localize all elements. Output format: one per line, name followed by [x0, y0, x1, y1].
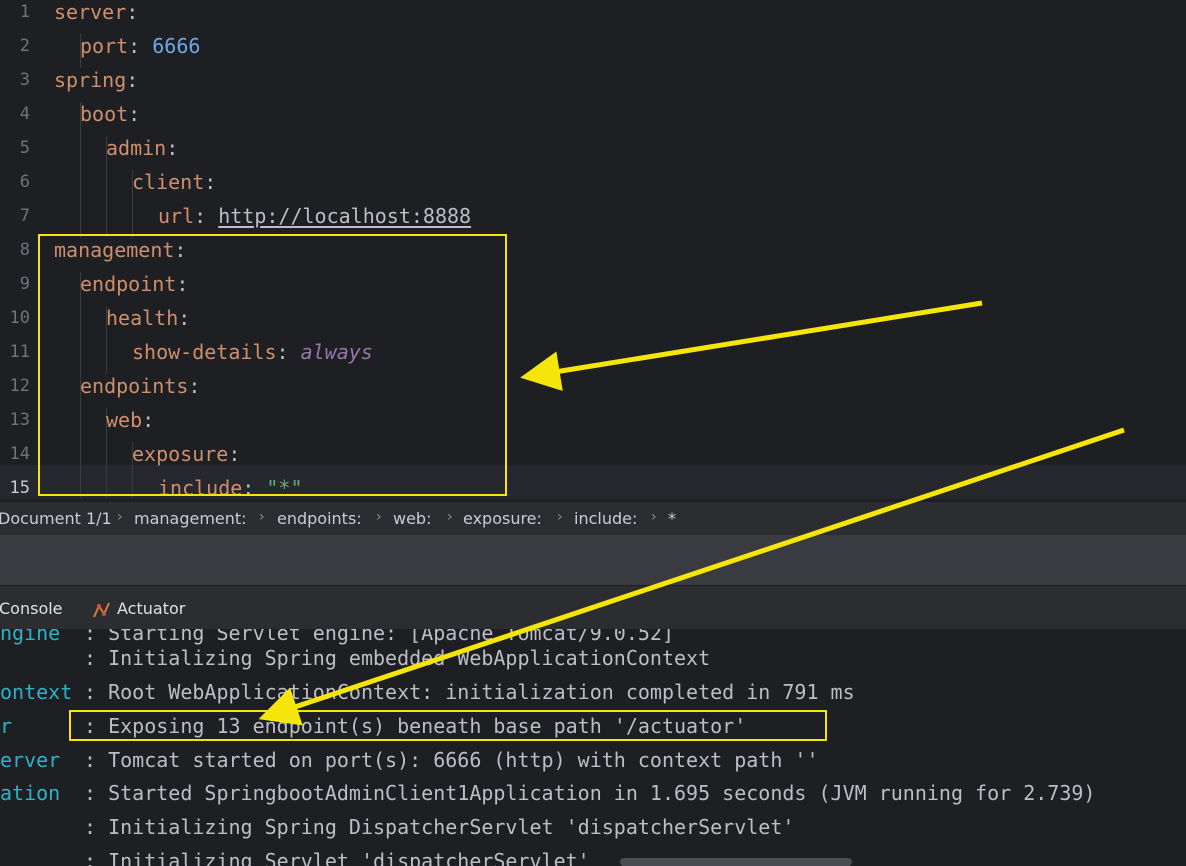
- horizontal-scrollbar[interactable]: [620, 858, 852, 866]
- breadcrumb-web[interactable]: web:: [393, 509, 431, 528]
- console-line: : Initializing Spring DispatcherServlet …: [84, 815, 795, 839]
- line-number: 5: [19, 138, 30, 158]
- line-number: 2: [19, 36, 30, 56]
- breadcrumb-include[interactable]: include:: [574, 509, 637, 528]
- breadcrumb-management[interactable]: management:: [134, 509, 247, 528]
- endpoints-highlight-box: [69, 710, 827, 741]
- breadcrumb-endpoints[interactable]: endpoints:: [277, 509, 362, 528]
- line-number: 3: [19, 70, 30, 90]
- console-line: : Initializing Spring embedded WebApplic…: [84, 646, 711, 670]
- line-number: 7: [19, 206, 30, 226]
- management-highlight-box: [38, 234, 507, 496]
- console-line: ontext: Root WebApplicationContext: init…: [0, 680, 855, 704]
- line-number: 11: [9, 342, 30, 362]
- tool-window-tabs: Console Actuator: [0, 585, 1186, 630]
- line-number: 9: [19, 274, 30, 294]
- line-number: 6: [19, 172, 30, 192]
- console-line: ation: Started SpringbootAdminClient1App…: [0, 781, 1096, 805]
- code-line[interactable]: client:: [132, 165, 216, 199]
- chevron-right-icon: ›: [376, 509, 382, 525]
- code-line[interactable]: spring:: [54, 63, 138, 97]
- code-line[interactable]: boot:: [80, 97, 140, 131]
- actuator-icon: [92, 600, 112, 620]
- tab-actuator[interactable]: Actuator: [117, 599, 185, 618]
- breadcrumb-document[interactable]: Document 1/1: [0, 509, 112, 528]
- breadcrumb-exposure[interactable]: exposure:: [463, 509, 542, 528]
- chevron-right-icon: ›: [117, 509, 123, 525]
- yaml-editor[interactable]: 1 2 3 4 5 6 7 8 9 10 11 12 13 14 15 serv…: [0, 0, 1186, 502]
- line-number: 10: [9, 308, 30, 328]
- code-line[interactable]: port: 6666: [80, 29, 200, 63]
- breadcrumb-value[interactable]: *: [668, 509, 676, 528]
- line-number: 8: [19, 240, 30, 260]
- chevron-right-icon: ›: [651, 509, 657, 525]
- chevron-right-icon: ›: [447, 509, 453, 525]
- tool-window-header: [0, 535, 1186, 585]
- chevron-right-icon: ›: [557, 509, 563, 525]
- line-number: 4: [19, 104, 30, 124]
- line-number: 12: [9, 376, 30, 396]
- code-line[interactable]: admin:: [106, 131, 178, 165]
- code-line[interactable]: url: http://localhost:8888: [158, 199, 471, 233]
- console-output[interactable]: ngine: Starting Servlet engine: [Apache …: [0, 629, 1186, 866]
- line-number: 15: [9, 478, 30, 498]
- line-number: 14: [9, 444, 30, 464]
- breadcrumb: Document 1/1 › management: › endpoints: …: [0, 502, 1186, 535]
- tab-console[interactable]: Console: [0, 599, 63, 618]
- console-line: erver: Tomcat started on port(s): 6666 (…: [0, 748, 819, 772]
- chevron-right-icon: ›: [259, 509, 265, 525]
- url-link[interactable]: http://localhost:8888: [218, 204, 471, 228]
- console-line: : Initializing Servlet 'dispatcherServle…: [84, 849, 590, 866]
- line-number: 1: [19, 2, 30, 22]
- line-number: 13: [9, 410, 30, 430]
- code-line[interactable]: server:: [54, 0, 138, 29]
